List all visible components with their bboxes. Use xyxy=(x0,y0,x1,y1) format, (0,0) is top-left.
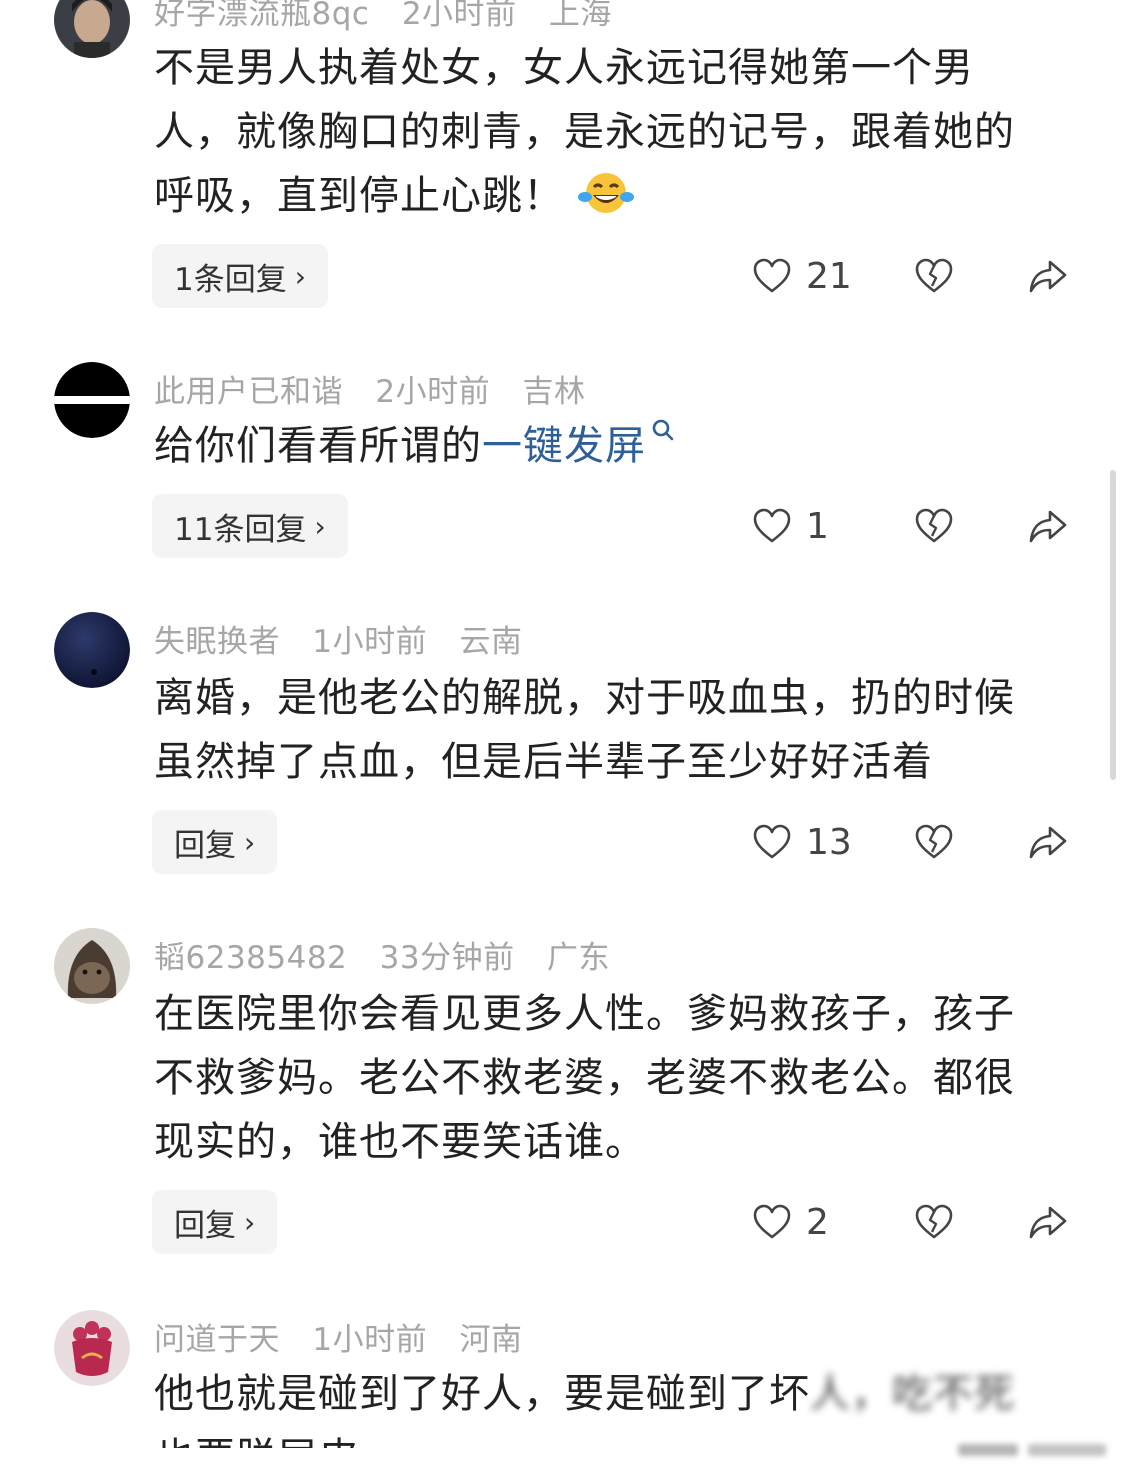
view-replies-button[interactable]: 1条回复 › xyxy=(152,244,328,308)
username[interactable]: 问道于天 xyxy=(154,1322,280,1358)
avatar[interactable] xyxy=(54,612,130,688)
heart-outline-icon xyxy=(753,1204,791,1239)
timestamp: 2小时前 xyxy=(375,374,491,410)
like-button[interactable]: 1 xyxy=(752,504,829,548)
reply-button[interactable]: 回复 › xyxy=(152,810,278,874)
like-count: 1 xyxy=(806,505,829,547)
watermark xyxy=(958,1438,1108,1462)
chevron-right-icon: › xyxy=(294,259,306,293)
timestamp: 1小时前 xyxy=(312,624,428,660)
comment-meta: 问道于天 1小时前 河南 xyxy=(154,1314,544,1359)
broken-heart-icon[interactable] xyxy=(914,822,954,862)
comment-text: 离婚，是他老公的解脱，对于吸血虫，扔的时候 虽然掉了点血，但是后半辈子至少好好活… xyxy=(154,675,1015,785)
comment-text: 在医院里你会看见更多人性。爹妈救孩子，孩子 不救爹妈。老公不救老婆，老婆不救老公… xyxy=(154,991,1015,1165)
heart-outline-icon xyxy=(753,824,791,859)
username[interactable]: 韬62385482 xyxy=(154,940,347,976)
like-count: 2 xyxy=(806,1201,829,1243)
broken-heart-icon[interactable] xyxy=(914,506,954,546)
location: 上海 xyxy=(548,0,612,32)
scrollbar[interactable] xyxy=(1110,470,1116,780)
location: 广东 xyxy=(546,940,610,976)
location: 吉林 xyxy=(522,374,586,410)
share-arrow-icon[interactable] xyxy=(1028,256,1068,296)
like-button[interactable]: 2 xyxy=(752,1200,829,1244)
comment-meta: 此用户已和谐 2小时前 吉林 xyxy=(154,366,607,411)
search-icon[interactable] xyxy=(650,417,676,443)
avatar[interactable] xyxy=(54,1310,130,1386)
heart-outline-icon xyxy=(753,258,791,293)
chevron-right-icon: › xyxy=(244,825,256,859)
share-arrow-icon[interactable] xyxy=(1028,822,1068,862)
timestamp: 2小时前 xyxy=(401,0,517,32)
like-button[interactable]: 13 xyxy=(752,820,852,864)
comment-text: 给你们看看所谓的一键发屏 xyxy=(154,414,1074,478)
avatar[interactable] xyxy=(54,928,130,1004)
like-count: 13 xyxy=(806,821,852,863)
broken-heart-icon[interactable] xyxy=(914,1202,954,1242)
timestamp: 33分钟前 xyxy=(379,940,515,976)
username[interactable]: 失眠换者 xyxy=(154,624,280,660)
broken-heart-icon[interactable] xyxy=(914,256,954,296)
avatar[interactable] xyxy=(54,0,130,58)
chevron-right-icon: › xyxy=(314,509,326,543)
share-arrow-icon[interactable] xyxy=(1028,1202,1068,1242)
view-replies-button[interactable]: 11条回复 › xyxy=(152,494,348,558)
laughing-tears-emoji xyxy=(577,173,634,213)
location: 河南 xyxy=(459,1322,523,1358)
comment-text: 他也就是碰到了好人，要是碰到了坏人，吃不死 也要脱层皮 xyxy=(154,1371,1015,1448)
share-arrow-icon[interactable] xyxy=(1028,506,1068,546)
comment-meta: 韬62385482 33分钟前 广东 xyxy=(154,932,632,977)
like-button[interactable]: 21 xyxy=(752,254,852,298)
comment-meta: 好字漂流瓶8qc 2小时前 上海 xyxy=(154,0,634,33)
chevron-right-icon: › xyxy=(244,1205,256,1239)
comment-text: 不是男人执着处女，女人永远记得她第一个男 人，就像胸口的刺青，是永远的记号，跟着… xyxy=(154,45,1015,219)
username[interactable]: 好字漂流瓶8qc xyxy=(154,0,369,32)
reply-button[interactable]: 回复 › xyxy=(152,1190,278,1254)
like-count: 21 xyxy=(806,255,852,297)
avatar[interactable] xyxy=(54,362,130,438)
location: 云南 xyxy=(459,624,523,660)
username[interactable]: 此用户已和谐 xyxy=(154,374,343,410)
heart-outline-icon xyxy=(753,508,791,543)
comment-meta: 失眠换者 1小时前 云南 xyxy=(154,616,544,661)
timestamp: 1小时前 xyxy=(312,1322,428,1358)
search-link[interactable]: 一键发屏 xyxy=(482,423,646,469)
